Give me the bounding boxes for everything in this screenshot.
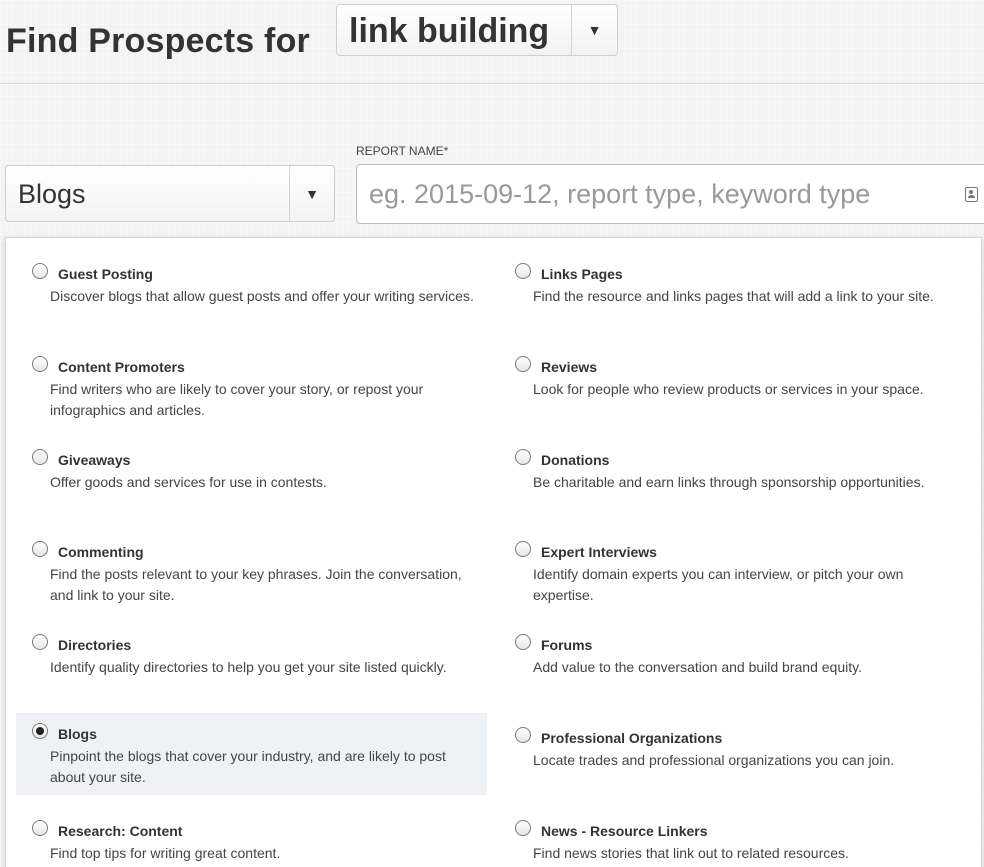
option-giveaways[interactable]: Giveaways Offer goods and services for u… <box>16 442 487 524</box>
option-description: Locate trades and professional organizat… <box>533 752 895 768</box>
option-description: Find top tips for writing great content. <box>50 845 281 861</box>
option-title: Guest Posting <box>58 266 153 282</box>
radio-links-pages[interactable] <box>515 263 531 279</box>
option-title: Forums <box>541 637 593 653</box>
topic-select-value: link building <box>349 12 550 50</box>
radio-giveaways[interactable] <box>32 449 48 465</box>
radio-commenting[interactable] <box>32 541 48 557</box>
option-description: Discover blogs that allow guest posts an… <box>50 288 474 304</box>
radio-expert-interviews[interactable] <box>515 541 531 557</box>
option-directories[interactable]: Directories Identify quality directories… <box>16 627 487 709</box>
report-name-label: REPORT NAME* <box>356 144 449 158</box>
option-title: Commenting <box>58 544 144 560</box>
radio-research-content[interactable] <box>32 820 48 836</box>
option-links-pages[interactable]: Links Pages Find the resource and links … <box>499 256 970 338</box>
option-description: Add value to the conversation and build … <box>533 659 862 675</box>
prospect-type-value: Blogs <box>18 179 86 209</box>
option-title: Research: Content <box>58 823 183 839</box>
option-description: Find news stories that link out to relat… <box>533 845 849 861</box>
option-description: Find the resource and links pages that w… <box>533 288 934 304</box>
option-title: News - Resource Linkers <box>541 823 708 839</box>
report-name-field <box>356 164 984 224</box>
radio-reviews[interactable] <box>515 356 531 372</box>
option-title: Reviews <box>541 359 598 375</box>
option-description: Pinpoint the blogs that cover your indus… <box>50 748 446 785</box>
option-blogs[interactable]: Blogs Pinpoint the blogs that cover your… <box>16 713 487 795</box>
option-title: Donations <box>541 452 610 468</box>
option-description: Offer goods and services for use in cont… <box>50 474 327 490</box>
option-description: Identify quality directories to help you… <box>50 659 447 675</box>
option-professional-organizations[interactable]: Professional Organizations Locate trades… <box>499 720 970 802</box>
option-title: Expert Interviews <box>541 544 657 560</box>
option-description: Be charitable and earn links through spo… <box>533 474 925 490</box>
radio-blogs[interactable] <box>32 723 48 739</box>
contact-card-icon[interactable] <box>965 187 978 202</box>
chevron-down-icon[interactable]: ▼ <box>571 5 617 55</box>
option-news-resource-linkers[interactable]: News - Resource Linkers Find news storie… <box>499 813 970 867</box>
option-research-content[interactable]: Research: Content Find top tips for writ… <box>16 813 487 867</box>
option-description: Find the posts relevant to your key phra… <box>50 566 462 603</box>
option-description: Identify domain experts you can intervie… <box>533 566 904 603</box>
chevron-down-icon[interactable]: ▼ <box>289 166 334 221</box>
option-donations[interactable]: Donations Be charitable and earn links t… <box>499 442 970 524</box>
option-forums[interactable]: Forums Add value to the conversation and… <box>499 627 970 709</box>
option-title: Content Promoters <box>58 359 185 375</box>
radio-professional-organizations[interactable] <box>515 727 531 743</box>
topic-select[interactable]: link building ▼ <box>336 4 618 56</box>
radio-news-resource-linkers[interactable] <box>515 820 531 836</box>
report-name-input[interactable] <box>357 165 957 223</box>
option-description: Look for people who review products or s… <box>533 381 924 397</box>
radio-content-promoters[interactable] <box>32 356 48 372</box>
prospect-options-panel: Guest Posting Discover blogs that allow … <box>5 237 982 867</box>
radio-donations[interactable] <box>515 449 531 465</box>
option-expert-interviews[interactable]: Expert Interviews Identify domain expert… <box>499 534 970 616</box>
option-title: Professional Organizations <box>541 730 723 746</box>
page-title: Find Prospects for <box>6 22 310 60</box>
radio-forums[interactable] <box>515 634 531 650</box>
option-description: Find writers who are likely to cover you… <box>50 381 424 418</box>
option-guest-posting[interactable]: Guest Posting Discover blogs that allow … <box>16 256 487 338</box>
page-header: Find Prospects for link building ▼ <box>0 0 984 84</box>
option-title: Links Pages <box>541 266 623 282</box>
radio-guest-posting[interactable] <box>32 263 48 279</box>
option-reviews[interactable]: Reviews Look for people who review produ… <box>499 349 970 431</box>
option-title: Giveaways <box>58 452 131 468</box>
option-content-promoters[interactable]: Content Promoters Find writers who are l… <box>16 349 487 431</box>
option-commenting[interactable]: Commenting Find the posts relevant to yo… <box>16 534 487 616</box>
option-title: Directories <box>58 637 132 653</box>
option-title: Blogs <box>58 726 97 742</box>
radio-directories[interactable] <box>32 634 48 650</box>
prospect-type-select[interactable]: Blogs ▼ <box>5 165 335 222</box>
